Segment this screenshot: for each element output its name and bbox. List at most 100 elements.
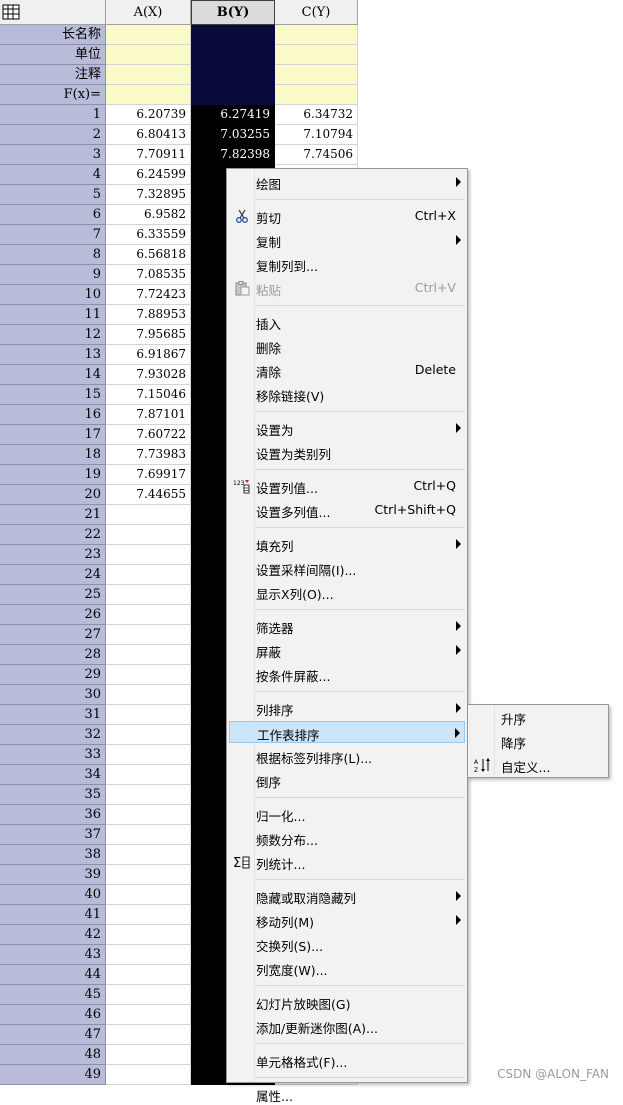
submenu-item[interactable]: 升序 <box>470 706 606 728</box>
row-header[interactable]: 31 <box>0 705 106 725</box>
cell-a[interactable]: 7.95685 <box>106 325 191 345</box>
row-header[interactable]: 16 <box>0 405 106 425</box>
cell-a[interactable]: 7.70911 <box>106 145 191 165</box>
menu-item[interactable]: 属性... <box>229 1083 465 1105</box>
meta-cell-a[interactable] <box>106 45 191 65</box>
menu-item[interactable]: 添加/更新迷你图(A)... <box>229 1015 465 1037</box>
row-header[interactable]: 33 <box>0 745 106 765</box>
cell-a[interactable] <box>106 665 191 685</box>
cell-a[interactable]: 7.72423 <box>106 285 191 305</box>
cell-c[interactable]: 7.10794 <box>275 125 358 145</box>
meta-cell-a[interactable] <box>106 65 191 85</box>
cell-a[interactable] <box>106 745 191 765</box>
menu-item[interactable]: 频数分布... <box>229 827 465 849</box>
row-header[interactable]: 12 <box>0 325 106 345</box>
menu-item[interactable]: 移除链接(V) <box>229 383 465 405</box>
meta-cell-c[interactable] <box>275 85 358 105</box>
meta-cell-a[interactable] <box>106 25 191 45</box>
menu-item[interactable]: 123 设置列值... Ctrl+Q <box>229 475 465 497</box>
cell-a[interactable]: 7.69917 <box>106 465 191 485</box>
row-header[interactable]: 24 <box>0 565 106 585</box>
menu-item[interactable]: 交换列(S)... <box>229 933 465 955</box>
row-header[interactable]: 36 <box>0 805 106 825</box>
cell-b[interactable]: 6.27419 <box>191 105 275 125</box>
cell-a[interactable] <box>106 705 191 725</box>
menu-item[interactable]: 插入 <box>229 311 465 333</box>
submenu-item[interactable]: 降序 <box>470 730 606 752</box>
row-header[interactable]: 25 <box>0 585 106 605</box>
row-header[interactable]: 48 <box>0 1045 106 1065</box>
row-header[interactable]: 9 <box>0 265 106 285</box>
row-header[interactable]: 30 <box>0 685 106 705</box>
row-header[interactable]: 23 <box>0 545 106 565</box>
row-header[interactable]: 11 <box>0 305 106 325</box>
column-header-a[interactable]: A(X) <box>106 0 191 25</box>
meta-row-label[interactable]: 单位 <box>0 45 106 65</box>
cell-a[interactable] <box>106 865 191 885</box>
meta-cell-a[interactable] <box>106 85 191 105</box>
column-header-b[interactable]: B(Y) <box>191 0 275 25</box>
row-header[interactable]: 17 <box>0 425 106 445</box>
menu-item[interactable]: 设置为 <box>229 417 465 439</box>
menu-item[interactable]: 设置采样间隔(I)... <box>229 557 465 579</box>
row-header[interactable]: 22 <box>0 525 106 545</box>
cell-a[interactable]: 7.15046 <box>106 385 191 405</box>
meta-cell-c[interactable] <box>275 25 358 45</box>
menu-item[interactable]: 筛选器 <box>229 615 465 637</box>
menu-item[interactable]: 显示X列(O)... <box>229 581 465 603</box>
row-header[interactable]: 46 <box>0 1005 106 1025</box>
row-header[interactable]: 27 <box>0 625 106 645</box>
row-header[interactable]: 14 <box>0 365 106 385</box>
menu-item[interactable]: 填充列 <box>229 533 465 555</box>
menu-item[interactable]: 粘贴 Ctrl+V <box>229 277 465 299</box>
cell-a[interactable]: 6.56818 <box>106 245 191 265</box>
cell-a[interactable] <box>106 885 191 905</box>
menu-item[interactable]: 设置多列值... Ctrl+Shift+Q <box>229 499 465 521</box>
cell-a[interactable]: 6.33559 <box>106 225 191 245</box>
meta-cell-b[interactable] <box>191 45 275 65</box>
cell-a[interactable] <box>106 525 191 545</box>
cell-a[interactable]: 7.87101 <box>106 405 191 425</box>
menu-item[interactable]: 移动列(M) <box>229 909 465 931</box>
menu-item[interactable]: 绘图 <box>229 171 465 193</box>
menu-item[interactable]: 屏蔽 <box>229 639 465 661</box>
row-header[interactable]: 35 <box>0 785 106 805</box>
meta-row-label[interactable]: F(x)= <box>0 85 106 105</box>
menu-item[interactable]: 幻灯片放映图(G) <box>229 991 465 1013</box>
menu-item[interactable]: Σ 列统计... <box>229 851 465 873</box>
cell-a[interactable]: 7.60722 <box>106 425 191 445</box>
cell-b[interactable]: 7.03255 <box>191 125 275 145</box>
cell-a[interactable] <box>106 945 191 965</box>
row-header[interactable]: 2 <box>0 125 106 145</box>
menu-item[interactable]: 删除 <box>229 335 465 357</box>
row-header[interactable]: 26 <box>0 605 106 625</box>
meta-cell-c[interactable] <box>275 65 358 85</box>
row-header[interactable]: 19 <box>0 465 106 485</box>
menu-item[interactable]: 隐藏或取消隐藏列 <box>229 885 465 907</box>
cell-a[interactable] <box>106 725 191 745</box>
menu-item[interactable]: 单元格格式(F)... <box>229 1049 465 1071</box>
row-header[interactable]: 40 <box>0 885 106 905</box>
menu-item[interactable]: 归一化... <box>229 803 465 825</box>
cell-a[interactable] <box>106 965 191 985</box>
cell-a[interactable]: 7.44655 <box>106 485 191 505</box>
row-header[interactable]: 47 <box>0 1025 106 1045</box>
menu-item[interactable]: 根据标签列排序(L)... <box>229 745 465 767</box>
select-all-corner[interactable] <box>0 0 106 25</box>
meta-row-label[interactable]: 注释 <box>0 65 106 85</box>
cell-a[interactable]: 7.88953 <box>106 305 191 325</box>
cell-a[interactable] <box>106 845 191 865</box>
row-header[interactable]: 49 <box>0 1065 106 1085</box>
row-header[interactable]: 41 <box>0 905 106 925</box>
cell-a[interactable] <box>106 1005 191 1025</box>
row-header[interactable]: 28 <box>0 645 106 665</box>
cell-a[interactable] <box>106 605 191 625</box>
menu-item[interactable]: 列宽度(W)... <box>229 957 465 979</box>
cell-a[interactable] <box>106 565 191 585</box>
row-header[interactable]: 7 <box>0 225 106 245</box>
row-header[interactable]: 10 <box>0 285 106 305</box>
cell-c[interactable]: 7.74506 <box>275 145 358 165</box>
meta-cell-b[interactable] <box>191 85 275 105</box>
cell-b[interactable]: 7.82398 <box>191 145 275 165</box>
cell-a[interactable] <box>106 685 191 705</box>
